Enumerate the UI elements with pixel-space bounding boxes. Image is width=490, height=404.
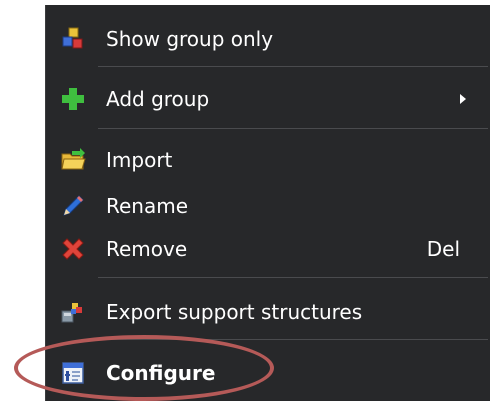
export-support-icon: [60, 299, 86, 325]
menu-separator: [98, 128, 488, 129]
menu-item-label: Configure: [106, 361, 216, 385]
red-x-icon: [60, 236, 86, 262]
plus-icon: [60, 86, 86, 112]
menu-item-label: Add group: [106, 87, 210, 111]
menu-item-rename[interactable]: Rename: [46, 186, 490, 226]
menu-item-configure[interactable]: Configure: [46, 353, 490, 393]
menu-item-remove[interactable]: Remove Del: [46, 229, 490, 269]
menu-item-label: Show group only: [106, 27, 274, 51]
menu-item-add-group[interactable]: Add group: [46, 79, 490, 119]
menu-item-label: Export support structures: [106, 300, 363, 324]
submenu-arrow-icon: [460, 94, 466, 104]
menu-separator: [98, 339, 488, 340]
menu-item-label: Remove: [106, 237, 188, 261]
folder-import-icon: [60, 147, 86, 173]
pencil-icon: [60, 193, 86, 219]
configure-icon: [60, 360, 86, 386]
menu-separator: [98, 277, 488, 278]
menu-separator: [98, 66, 488, 67]
menu-item-show-group-only[interactable]: Show group only: [46, 19, 490, 59]
menu-item-export-support-structures[interactable]: Export support structures: [46, 292, 490, 332]
menu-item-label: Import: [106, 148, 173, 172]
shortcut-label: Del: [426, 237, 460, 261]
group-cubes-icon: [60, 26, 86, 52]
context-menu: Show group only Add group Import Rename …: [45, 5, 490, 401]
menu-item-label: Rename: [106, 194, 189, 218]
menu-item-import[interactable]: Import: [46, 140, 490, 180]
